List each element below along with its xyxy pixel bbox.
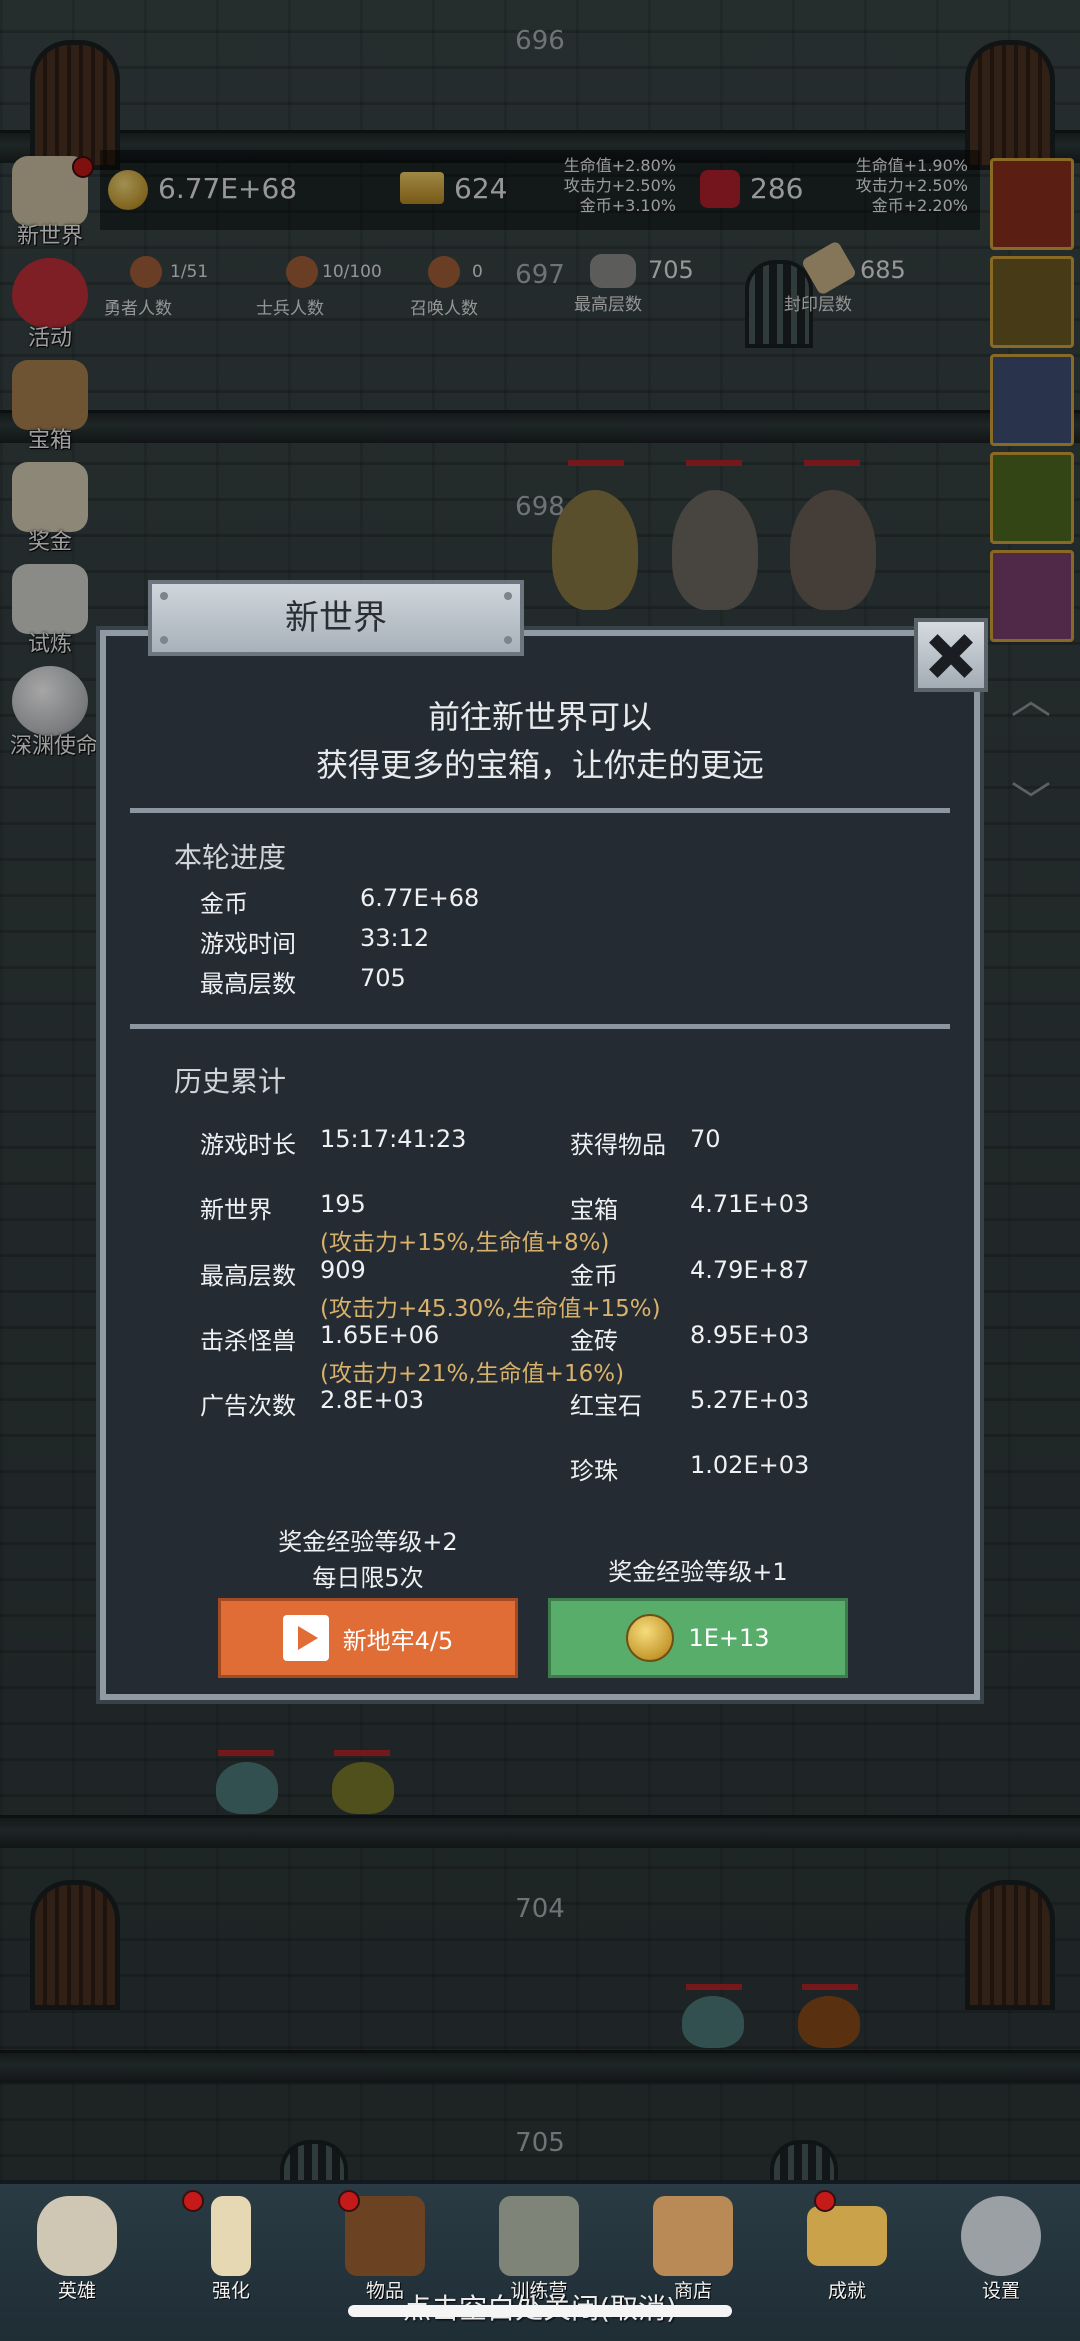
rivet bbox=[160, 636, 168, 644]
video-play-icon bbox=[282, 1615, 329, 1661]
history-value: 909 bbox=[320, 1256, 366, 1284]
history-label: 击杀怪兽 bbox=[200, 1327, 296, 1355]
home-indicator[interactable] bbox=[348, 2305, 732, 2317]
round-label: 最高层数 bbox=[200, 970, 296, 998]
round-label: 游戏时间 bbox=[200, 930, 296, 958]
history-bonus: (攻击力+15%,生命值+8%) bbox=[320, 1230, 610, 1256]
history-bonus: (攻击力+21%,生命值+16%) bbox=[320, 1361, 625, 1387]
history-label: 游戏时长 bbox=[200, 1131, 296, 1159]
history-value: 4.71E+03 bbox=[690, 1190, 810, 1218]
history-value: 15:17:41:23 bbox=[320, 1125, 467, 1153]
rivet bbox=[160, 592, 168, 600]
intro-line-1: 前往新世界可以 bbox=[427, 698, 652, 736]
history-label: 新世界 bbox=[200, 1196, 272, 1224]
gold-coin-icon bbox=[626, 1614, 675, 1662]
key-icon bbox=[807, 2206, 887, 2266]
round-value: 33:12 bbox=[360, 924, 430, 952]
candle-icon bbox=[211, 2196, 251, 2276]
dialog-title: 新世界 bbox=[285, 598, 387, 638]
history-label: 获得物品 bbox=[570, 1131, 666, 1159]
history-value: 195 bbox=[320, 1190, 366, 1218]
round-value: 6.77E+68 bbox=[360, 884, 480, 912]
history-title: 历史累计 bbox=[174, 1065, 287, 1098]
history-value: 5.27E+03 bbox=[690, 1386, 810, 1414]
coin-enter-button[interactable]: 1E+13 bbox=[548, 1598, 848, 1678]
round-label: 金币 bbox=[200, 890, 248, 918]
new-dungeon-ad-button[interactable]: 新地牢4/5 bbox=[218, 1598, 518, 1678]
intro-line-2: 获得更多的宝箱，让你走的更远 bbox=[315, 746, 764, 784]
history-value: 1.65E+06 bbox=[320, 1321, 440, 1349]
coin-button-note: 奖金经验等级+1 bbox=[608, 1558, 788, 1586]
history-value: 1.02E+03 bbox=[690, 1451, 810, 1479]
note-line: 奖金经验等级+2 bbox=[278, 1528, 458, 1556]
notification-dot bbox=[814, 2190, 836, 2212]
notification-dot bbox=[182, 2190, 204, 2212]
history-label: 金砖 bbox=[570, 1327, 618, 1355]
history-value: 4.79E+87 bbox=[690, 1256, 810, 1284]
lantern-icon bbox=[499, 2196, 579, 2276]
skull-icon bbox=[37, 2196, 117, 2276]
rivet bbox=[504, 636, 512, 644]
history-label: 珍珠 bbox=[570, 1457, 618, 1485]
history-value: 70 bbox=[690, 1125, 721, 1153]
ad-button-note: 奖金经验等级+2 每日限5次 bbox=[218, 1524, 518, 1596]
history-label: 红宝石 bbox=[570, 1392, 642, 1420]
note-line: 每日限5次 bbox=[312, 1564, 424, 1592]
history-value: 2.8E+03 bbox=[320, 1386, 424, 1414]
section-divider bbox=[130, 1024, 950, 1029]
history-label: 金币 bbox=[570, 1262, 618, 1290]
section-divider bbox=[130, 808, 950, 813]
gear-icon bbox=[961, 2196, 1041, 2276]
dialog-title-tab: 新世界 bbox=[148, 580, 524, 656]
close-button[interactable] bbox=[914, 618, 988, 692]
history-label: 广告次数 bbox=[200, 1392, 296, 1420]
round-value: 705 bbox=[360, 964, 406, 992]
notification-dot bbox=[338, 2190, 360, 2212]
history-bonus: (攻击力+45.30%,生命值+15%) bbox=[320, 1296, 661, 1322]
round-progress-title: 本轮进度 bbox=[174, 841, 287, 874]
rivet bbox=[504, 592, 512, 600]
beer-mug-icon bbox=[653, 2196, 733, 2276]
coin-button-label: 1E+13 bbox=[688, 1624, 770, 1652]
history-label: 宝箱 bbox=[570, 1196, 618, 1224]
ad-button-label: 新地牢4/5 bbox=[342, 1626, 454, 1655]
history-label: 最高层数 bbox=[200, 1262, 296, 1290]
history-value: 8.95E+03 bbox=[690, 1321, 810, 1349]
